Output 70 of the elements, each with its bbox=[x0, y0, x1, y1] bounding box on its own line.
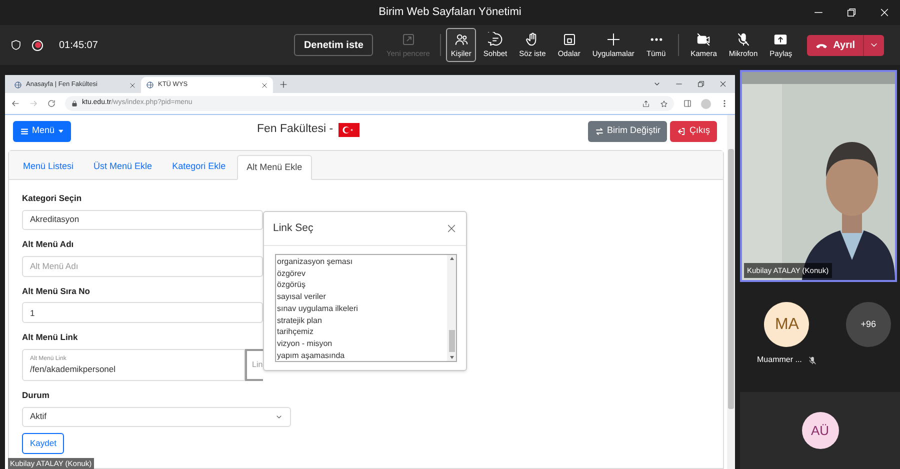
close-icon[interactable] bbox=[719, 80, 727, 88]
rooms-icon bbox=[562, 32, 577, 47]
list-option[interactable]: sayısal veriler bbox=[277, 291, 447, 303]
field-label: Durum bbox=[22, 389, 50, 402]
scrollbar[interactable] bbox=[727, 115, 735, 469]
scrollbar[interactable] bbox=[447, 255, 456, 361]
window-icon bbox=[400, 32, 416, 47]
globe-icon bbox=[146, 81, 154, 89]
leave-options-button[interactable] bbox=[863, 34, 884, 56]
page-tab[interactable]: Alt Menü Ekle bbox=[236, 155, 312, 180]
avatar: MA bbox=[764, 302, 810, 347]
new-tab-icon[interactable] bbox=[279, 80, 288, 88]
meeting-timer: 01:45:07 bbox=[59, 38, 98, 52]
select-field[interactable]: Akreditasyon bbox=[22, 210, 263, 230]
list-option[interactable]: özgörev bbox=[277, 268, 447, 280]
flag-icon bbox=[338, 122, 360, 137]
logout-icon bbox=[677, 126, 686, 136]
modal-title: Link Seç bbox=[273, 220, 314, 236]
restore-icon[interactable] bbox=[697, 80, 705, 88]
close-icon[interactable] bbox=[261, 82, 268, 88]
field-label: Kategori Seçin bbox=[22, 192, 82, 205]
page-tab[interactable]: Kategori Ekle bbox=[163, 154, 235, 179]
recording-icon bbox=[32, 40, 43, 50]
globe-icon bbox=[14, 81, 22, 89]
logout-button[interactable]: Çıkış bbox=[670, 120, 717, 142]
participant-name: Muammer ... bbox=[757, 354, 802, 366]
lock-icon bbox=[71, 100, 78, 107]
swap-icon bbox=[594, 126, 604, 136]
chat-icon bbox=[488, 32, 503, 47]
input-field[interactable]: Alt Menü Adı bbox=[22, 256, 263, 276]
caret-icon bbox=[58, 128, 64, 134]
share-icon bbox=[773, 32, 788, 47]
list-option[interactable]: tarihçemiz bbox=[277, 326, 447, 338]
avatar: AÜ bbox=[802, 412, 838, 449]
close-icon[interactable] bbox=[129, 82, 136, 88]
input-field[interactable]: 1 bbox=[22, 302, 263, 324]
menu-button[interactable]: Menü bbox=[13, 120, 71, 142]
list-option[interactable]: sınav uygulama ilkeleri bbox=[277, 302, 447, 315]
leave-button[interactable]: Ayrıl bbox=[807, 34, 864, 56]
list-option[interactable]: yapım aşamasında bbox=[277, 350, 447, 362]
site-title: Fen Fakültesi - bbox=[257, 122, 334, 137]
list-option[interactable]: vizyon - misyon bbox=[277, 338, 447, 350]
plus-icon bbox=[606, 32, 621, 47]
people-icon bbox=[454, 32, 469, 47]
side-panel-icon[interactable] bbox=[683, 99, 692, 108]
save-button[interactable]: Kaydet bbox=[22, 432, 64, 454]
select-field[interactable]: Aktif bbox=[22, 406, 291, 427]
page-tab[interactable]: Menü Listesi bbox=[14, 154, 83, 179]
list-option[interactable]: organizasyon şeması bbox=[277, 256, 447, 268]
overflow-count[interactable]: +96 bbox=[846, 302, 891, 347]
back-icon[interactable] bbox=[11, 99, 20, 108]
field-label: Alt Menü Link bbox=[22, 331, 78, 344]
camera-off-icon bbox=[696, 32, 712, 47]
request-control-button[interactable]: Denetim iste bbox=[294, 34, 374, 56]
field-label: Alt Menü Adı bbox=[22, 238, 74, 250]
maximize-icon[interactable] bbox=[846, 7, 857, 18]
shield-icon bbox=[10, 39, 22, 51]
reload-icon[interactable] bbox=[47, 99, 56, 108]
chevron-icon[interactable] bbox=[653, 80, 661, 88]
share-icon[interactable] bbox=[642, 100, 650, 108]
mic-off-icon bbox=[736, 32, 751, 47]
menu-icon bbox=[20, 126, 29, 136]
list-option[interactable]: özgörüş bbox=[277, 279, 447, 292]
star-icon[interactable] bbox=[660, 100, 668, 108]
link-list[interactable]: organizasyon şeması özgörev özgörüş sayısal veriler sınav uygulama ilkeleri stratejik plan tarihçemiz vizyon - misyon yapım aşamasında bbox=[275, 254, 457, 362]
window-title: Birim Web Sayfaları Yönetimi bbox=[378, 5, 522, 20]
page-tab[interactable]: Üst Menü Ekle bbox=[84, 154, 162, 179]
field-label: Alt Menü Sıra No bbox=[22, 284, 90, 298]
list-option[interactable]: stratejik plan bbox=[277, 314, 447, 326]
switch-unit-button[interactable]: Birim Değiştir bbox=[588, 120, 668, 142]
